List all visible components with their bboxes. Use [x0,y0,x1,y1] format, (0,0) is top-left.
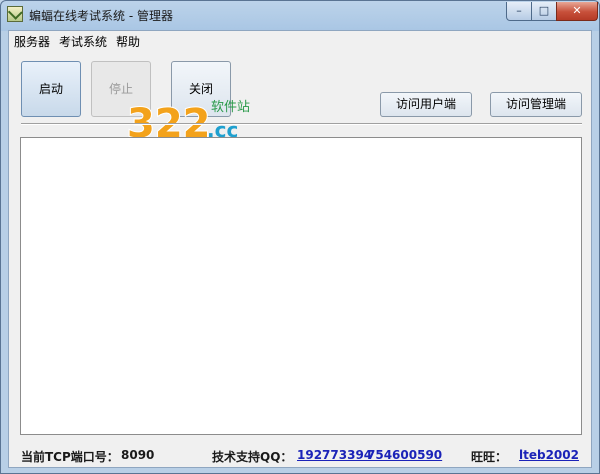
visit-admin-button[interactable]: 访问管理端 [490,92,582,117]
maximize-button[interactable]: □ [531,2,557,21]
close-server-button[interactable]: 关闭 [171,61,231,117]
menu-exam-system[interactable]: 考试系统 [59,33,107,50]
menu-server[interactable]: 服务器 [14,33,50,50]
start-button[interactable]: 启动 [21,61,81,117]
port-value: 8090 [121,448,155,462]
app-icon [7,6,23,22]
wangwang-link[interactable]: lteb2002 [519,448,579,462]
wangwang-label: 旺旺： [471,450,508,464]
log-text-area[interactable] [20,137,582,435]
window-title: 蝙蝠在线考试系统 - 管理器 [29,9,173,23]
minimize-button[interactable]: – [506,2,532,21]
close-window-button[interactable]: ✕ [556,2,598,21]
menu-help[interactable]: 帮助 [116,33,140,50]
title-bar[interactable]: 蝙蝠在线考试系统 - 管理器 – □ ✕ [1,1,599,29]
stop-button[interactable]: 停止 [91,61,151,117]
app-window: 蝙蝠在线考试系统 - 管理器 – □ ✕ 服务器 考试系统 帮助 启动 停止 关… [0,0,600,474]
support-qq-link-2[interactable]: 754600590 [367,448,442,462]
toolbar-separator [21,123,582,125]
support-label: 技术支持QQ： [212,450,293,464]
client-area: 服务器 考试系统 帮助 启动 停止 关闭 322 .cc 软件站 访问用户端 访… [8,30,592,468]
menu-bar: 服务器 考试系统 帮助 [9,31,591,51]
support-qq-link-1[interactable]: 192773394 [297,448,372,462]
visit-user-button[interactable]: 访问用户端 [380,92,472,117]
port-label: 当前TCP端口号： [21,450,119,464]
